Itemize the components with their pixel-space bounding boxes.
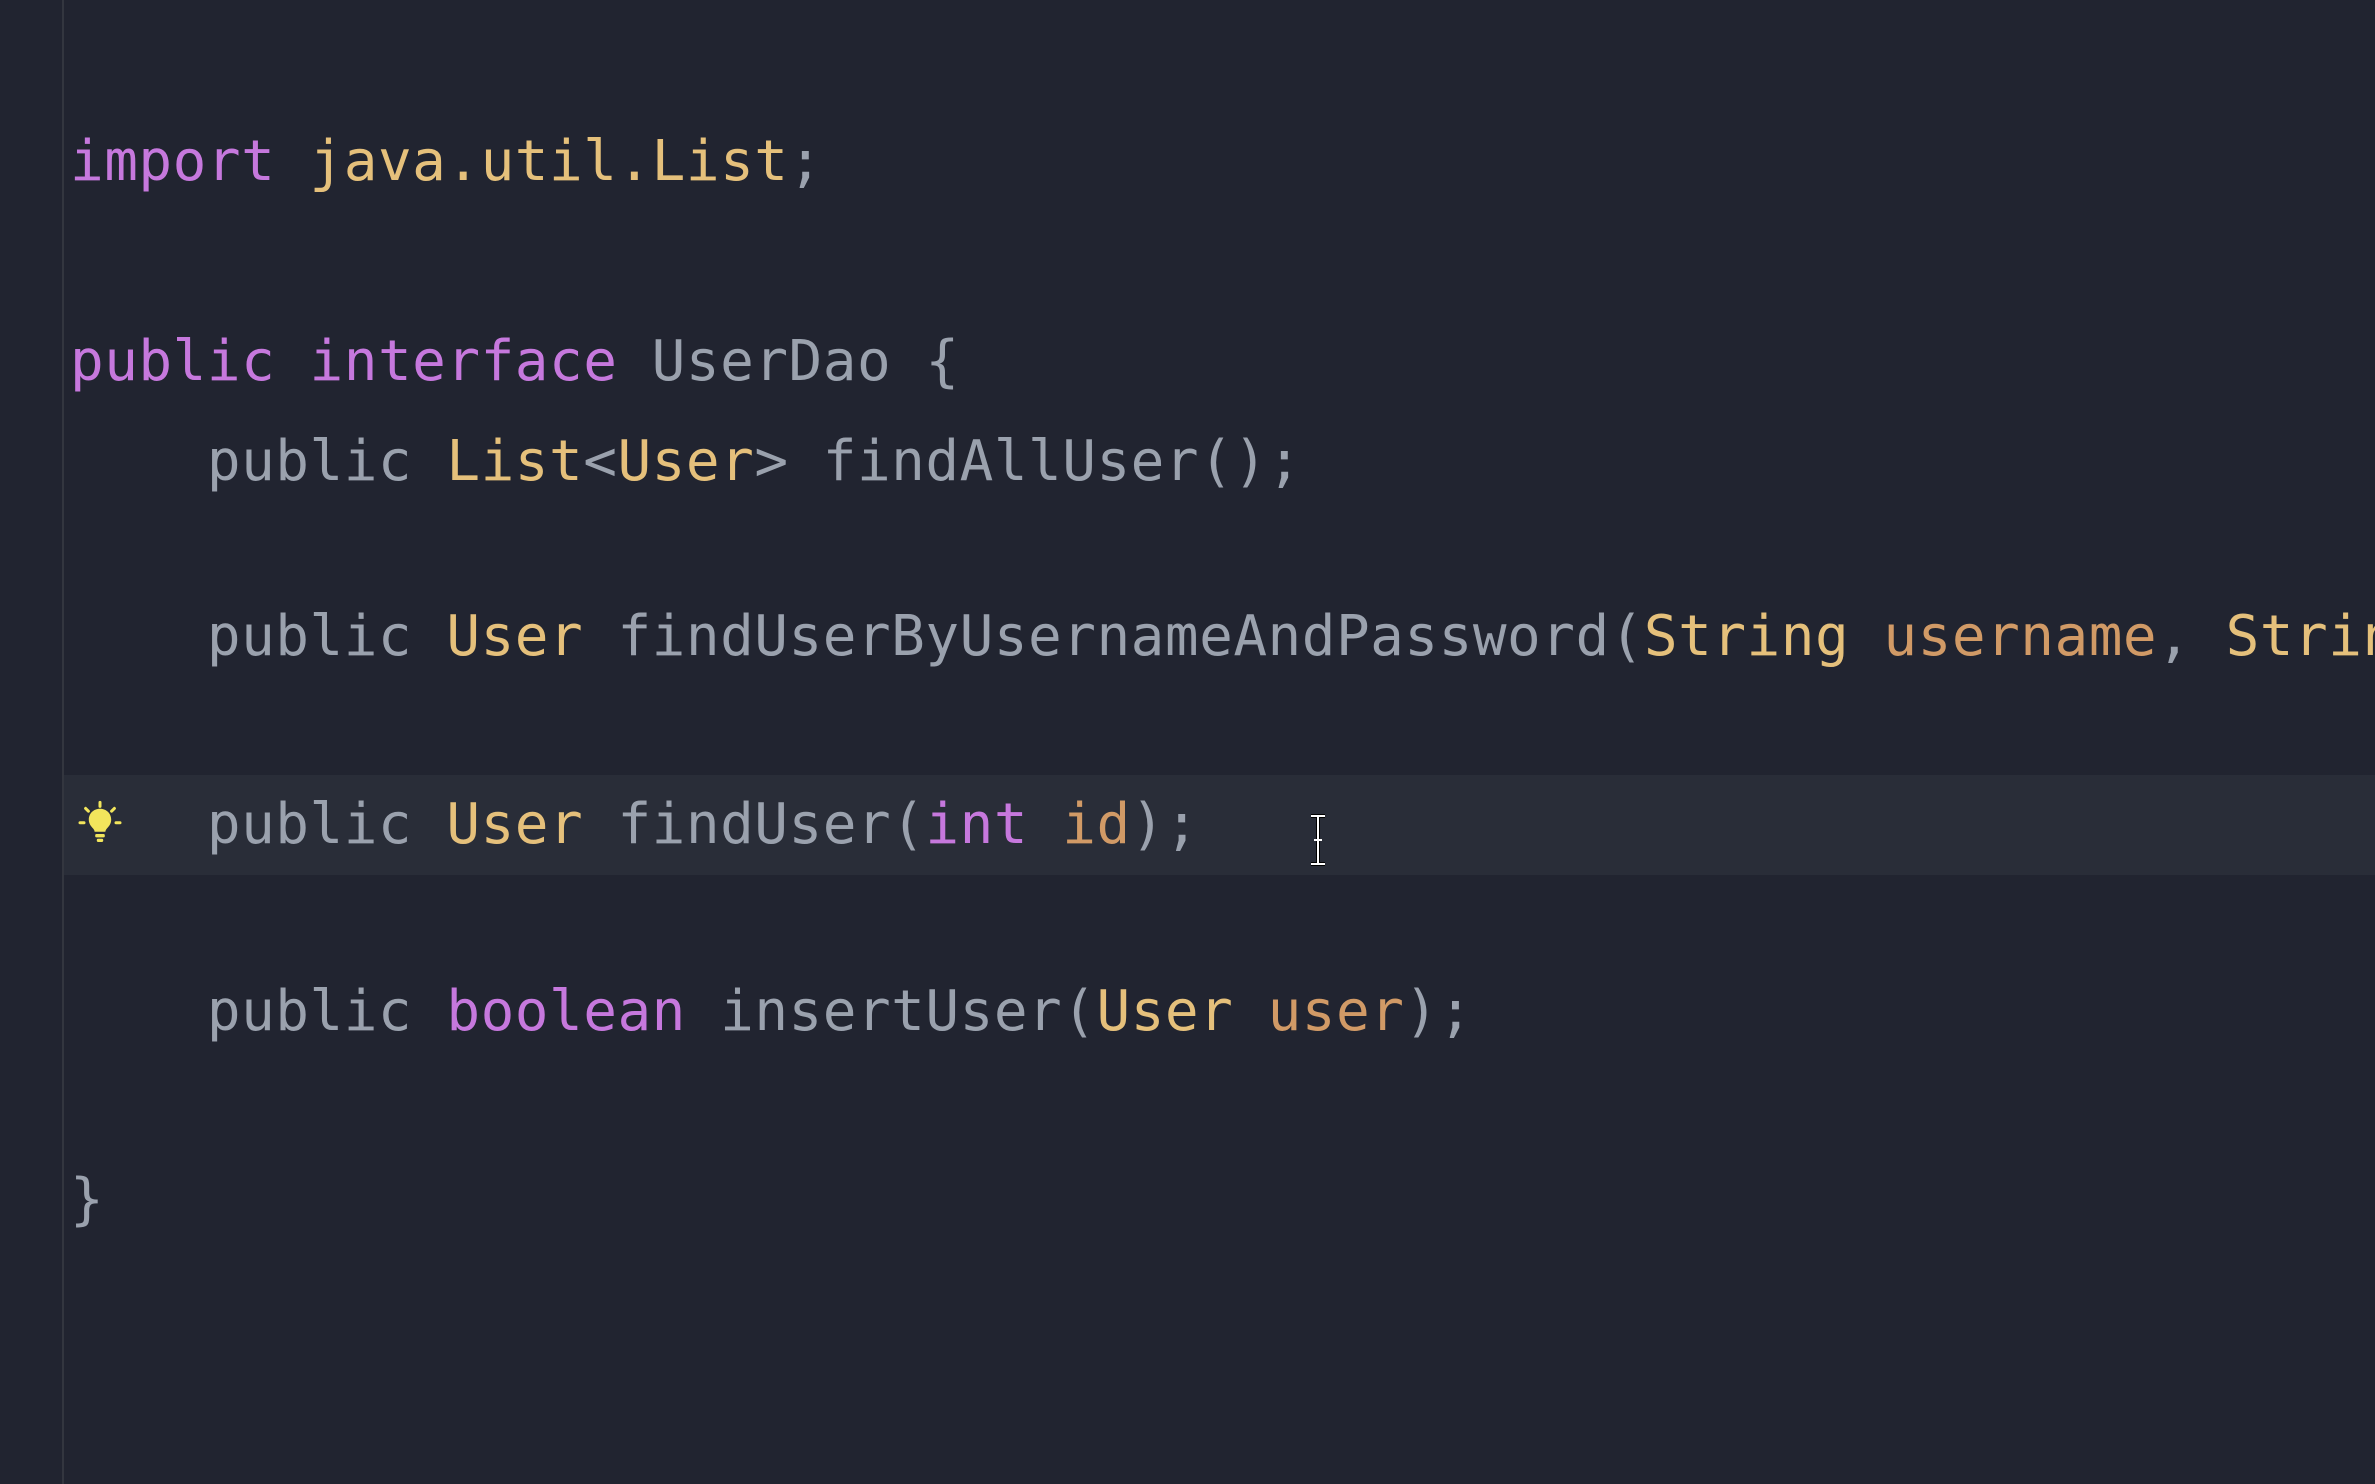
code-token-type: User [617,429,755,494]
code-token-punct: ( [1609,604,1644,669]
code-token-identifier: findUser [583,792,892,857]
code-token-punct: ( [1062,979,1097,1044]
code-token-keyword: public [70,329,276,394]
code-token-type: String [2225,604,2375,669]
code-token-parameter: user [1267,979,1405,1044]
code-token-keyword: boolean [446,979,686,1044]
code-token-type: User [446,792,584,857]
code-line[interactable]: public List<User> findAllUser(); [70,412,1302,512]
code-token-type: List [446,429,584,494]
code-token-identifier: UserDao [651,329,892,394]
code-token-identifier: public [70,979,447,1044]
code-token-punct: , [2157,604,2226,669]
code-token-keyword: int [925,792,1029,857]
code-line[interactable]: import java.util.List; [70,112,823,212]
text-ibeam-cursor [1307,812,1329,868]
code-token-punct: { [925,329,960,394]
code-token-type: User [1096,979,1234,1044]
code-token-punct: ); [1130,792,1200,857]
code-token-type: User [446,604,584,669]
code-token-identifier: public [70,604,447,669]
lightbulb-icon[interactable] [76,800,124,848]
code-line[interactable]: } [70,1150,104,1250]
code-line[interactable]: package cn.itcast.dao; [70,0,823,12]
code-token-punct: > [754,429,789,494]
code-token-keyword: interface [309,329,618,394]
code-editor[interactable]: package cn.itcast.dao; import java.util.L… [0,0,2375,1484]
code-token-parameter: id [1062,792,1131,857]
code-token-punct: < [583,429,618,494]
code-token-type: java.util.List [309,129,789,194]
code-token-punct: ( [891,792,926,857]
code-token-identifier: public [70,792,447,857]
code-token-punct: (); [1199,429,1302,494]
code-text-area[interactable]: package cn.itcast.dao; import java.util.L… [0,0,2375,1484]
code-line[interactable]: public boolean insertUser(User user); [70,962,1473,1062]
code-line[interactable]: public interface UserDao { [70,312,960,412]
code-line-current[interactable]: public User findUser(int id); [70,775,1199,875]
code-token-punct: } [70,1167,105,1232]
code-token-identifier: public [70,429,447,494]
code-token-identifier: insertUser [685,979,1063,1044]
code-token-identifier: findAllUser [788,429,1200,494]
code-token-parameter: username [1883,604,2158,669]
code-token-identifier: findUserByUsernameAndPassword [583,604,1610,669]
code-token-keyword: import [70,129,276,194]
code-line[interactable]: public User findUserByUsernameAndPasswor… [70,587,2375,687]
code-token-type: String [1643,604,1850,669]
code-token-punct: ; [788,129,823,194]
code-token-punct: ); [1404,979,1473,1044]
